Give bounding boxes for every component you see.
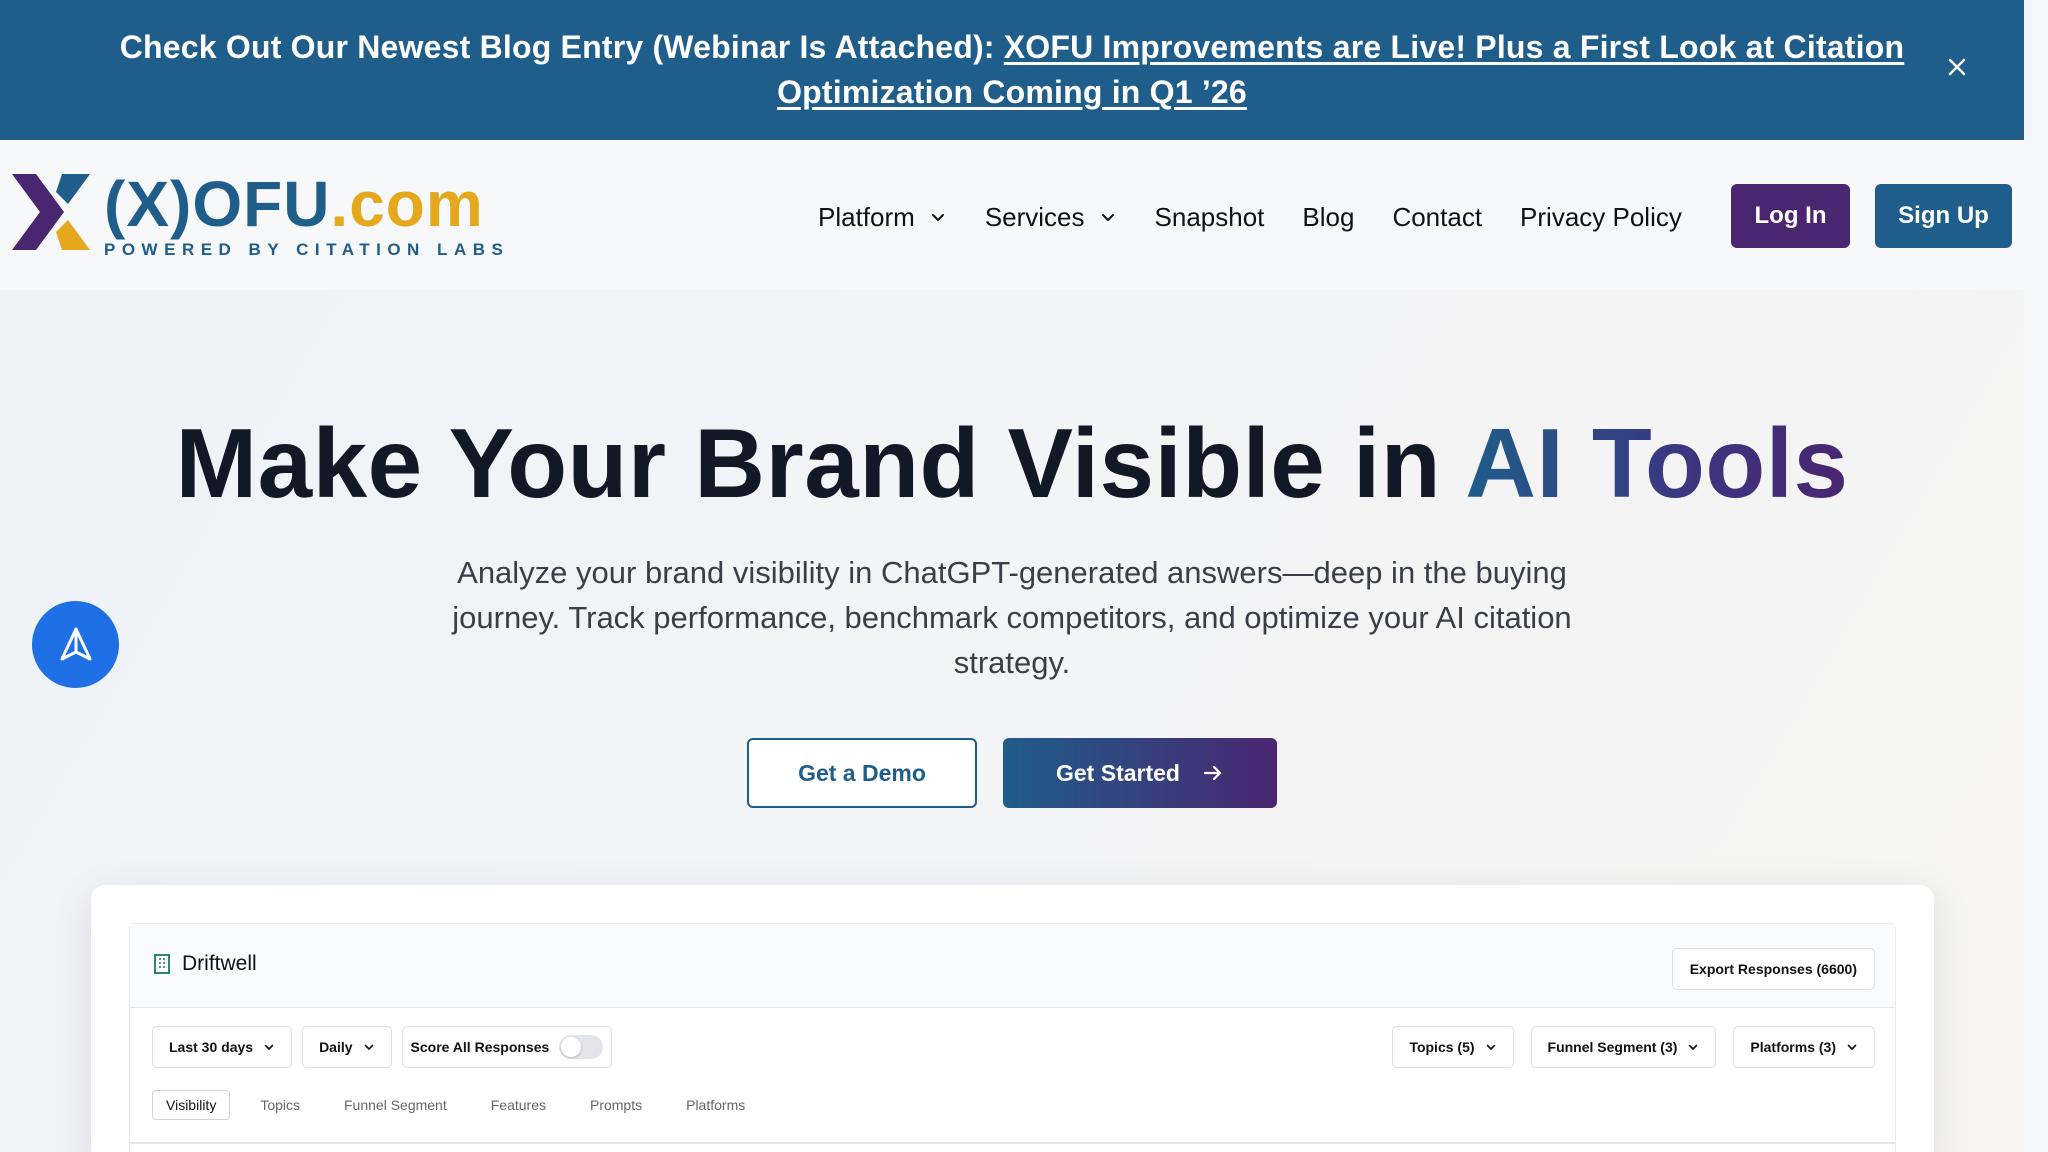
interval-dropdown[interactable]: Daily	[302, 1026, 392, 1068]
arrow-right-icon	[1203, 765, 1222, 781]
hero-title-accent: AI Tools	[1465, 408, 1849, 518]
nav-item-label: Services	[984, 201, 1085, 232]
site-header: (X)OFU.com POWERED BY CITATION LABS Plat…	[0, 140, 2024, 290]
chevron-down-icon	[264, 1044, 274, 1050]
score-all-responses-control: Score All Responses	[401, 1026, 613, 1068]
chevron-down-icon	[1847, 1044, 1857, 1050]
dashboard-panel: Driftwell Export Responses (6600) Last 3…	[129, 923, 1896, 1152]
chevron-down-icon	[931, 214, 944, 221]
dashboard-preview-card: Driftwell Export Responses (6600) Last 3…	[91, 885, 1934, 1152]
logo-tagline: POWERED BY CITATION LABS	[104, 240, 510, 259]
interval-label: Daily	[319, 1039, 353, 1055]
nav-item-snapshot[interactable]: Snapshot	[1155, 202, 1265, 233]
chevron-down-icon	[1486, 1044, 1495, 1050]
tab-features[interactable]: Features	[491, 1097, 546, 1113]
get-started-label: Get Started	[1056, 759, 1180, 786]
chevron-down-icon	[1689, 1044, 1698, 1050]
dashboard-tabs: Visibility Topics Funnel Segment Feature…	[152, 1089, 789, 1121]
brand-selector[interactable]: Driftwell	[152, 952, 257, 976]
logo-wordmark-suffix: .com	[330, 168, 484, 240]
logo-wordmark-main: (X)OFU	[104, 168, 331, 240]
send-arrow-icon	[60, 627, 91, 660]
platforms-dropdown[interactable]: Platforms (3)	[1733, 1026, 1875, 1068]
close-icon[interactable]	[1944, 54, 1970, 80]
chevron-down-icon	[1101, 214, 1114, 221]
tab-funnel-segment[interactable]: Funnel Segment	[344, 1097, 447, 1113]
announcement-banner: Check Out Our Newest Blog Entry (Webinar…	[0, 0, 2024, 140]
hero-subtitle: Analyze your brand visibility in ChatGPT…	[452, 555, 1572, 680]
nav-item-blog[interactable]: Blog	[1302, 202, 1354, 233]
score-all-toggle[interactable]	[559, 1035, 604, 1059]
brand-name: Driftwell	[182, 952, 257, 975]
platforms-filter-label: Platforms (3)	[1750, 1039, 1836, 1055]
date-range-label: Last 30 days	[169, 1039, 254, 1055]
dashboard-header: Driftwell Export Responses (6600)	[130, 924, 1895, 1008]
filters-left: Last 30 days Daily Score All Responses	[152, 1026, 622, 1068]
chevron-down-icon	[364, 1044, 373, 1050]
tab-platforms[interactable]: Platforms	[686, 1097, 745, 1113]
tab-topics[interactable]: Topics	[260, 1097, 300, 1113]
nav-item-contact[interactable]: Contact	[1392, 202, 1482, 233]
get-started-button[interactable]: Get Started	[1003, 738, 1277, 808]
tabs-divider	[130, 1142, 1895, 1144]
date-range-dropdown[interactable]: Last 30 days	[152, 1026, 293, 1068]
export-responses-button[interactable]: Export Responses (6600)	[1671, 948, 1875, 990]
tab-visibility[interactable]: Visibility	[152, 1090, 231, 1120]
tab-prompts[interactable]: Prompts	[590, 1097, 642, 1113]
logo-wordmark: (X)OFU.com POWERED BY CITATION LABS	[104, 172, 510, 260]
login-button[interactable]: Log In	[1731, 184, 1850, 248]
signup-button[interactable]: Sign Up	[1875, 184, 2012, 248]
hero-section: Make Your Brand Visible in AI Tools Anal…	[0, 290, 2024, 1152]
topics-filter-label: Topics (5)	[1409, 1039, 1475, 1055]
site-logo[interactable]: (X)OFU.com POWERED BY CITATION LABS	[12, 172, 503, 259]
hero-title: Make Your Brand Visible in AI Tools	[0, 408, 2024, 518]
xofu-logo-mark-icon	[12, 174, 90, 250]
topics-dropdown[interactable]: Topics (5)	[1392, 1026, 1514, 1068]
banner-lead-text: Check Out Our Newest Blog Entry (Webinar…	[119, 29, 995, 65]
nav-item-label: Platform	[818, 201, 915, 232]
nav-item-privacy-policy[interactable]: Privacy Policy	[1520, 202, 1682, 233]
score-all-label: Score All Responses	[410, 1039, 550, 1055]
filters-right: Topics (5) Funnel Segment (3) Platforms …	[1375, 1026, 1875, 1068]
funnel-segment-dropdown[interactable]: Funnel Segment (3)	[1530, 1026, 1717, 1068]
main-nav: Platform Services Snapshot Blog Contact …	[818, 192, 1720, 242]
funnel-filter-label: Funnel Segment (3)	[1547, 1039, 1678, 1055]
floating-send-button[interactable]	[32, 601, 119, 688]
nav-item-services[interactable]: Services	[985, 202, 1117, 233]
building-icon	[154, 954, 170, 974]
get-demo-button[interactable]: Get a Demo	[747, 738, 977, 808]
nav-item-platform[interactable]: Platform	[818, 202, 947, 233]
banner-text: Check Out Our Newest Blog Entry (Webinar…	[87, 25, 1937, 115]
hero-title-main: Make Your Brand Visible in	[175, 408, 1466, 518]
